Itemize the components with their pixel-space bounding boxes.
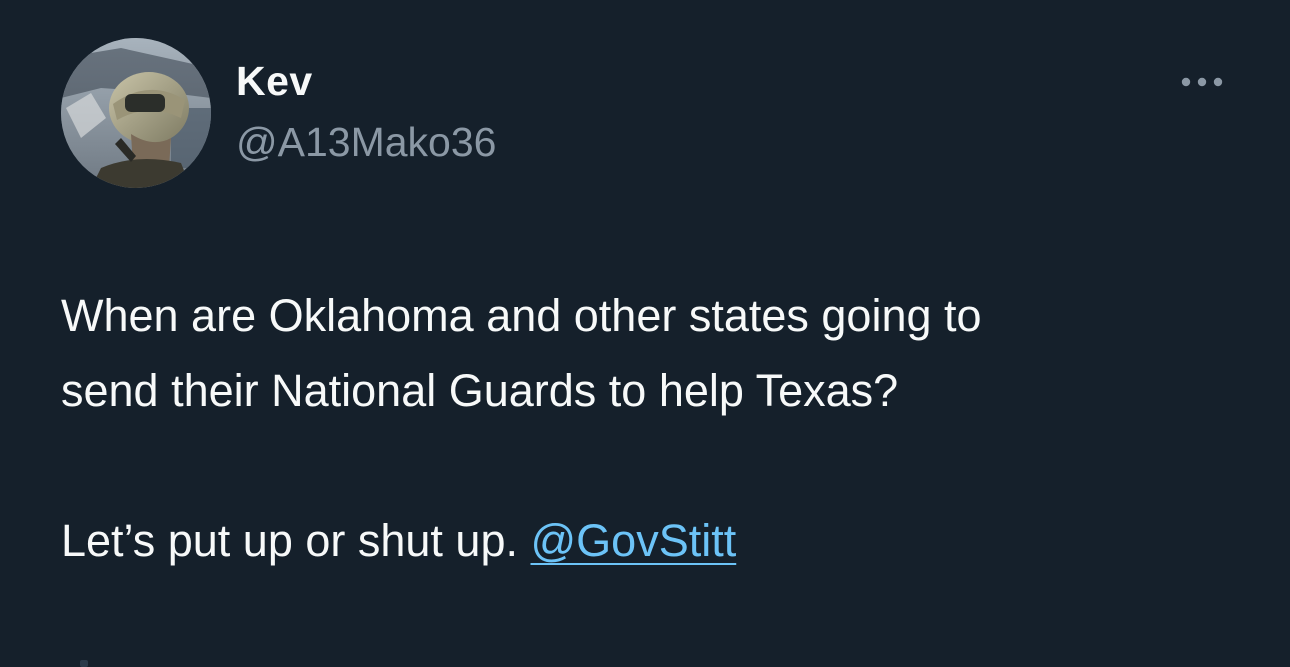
tweet-text: When are Oklahoma and other states going… [61,278,1261,578]
tweet-text-line: When are Oklahoma and other states going… [61,290,982,341]
ellipsis-icon [1181,77,1223,87]
tweet: Kev @A13Mako36 When are Oklahoma and oth… [0,0,1290,667]
tweet-text-fragment: Let’s put up or shut up. [61,515,531,566]
tweet-text-line: Let’s put up or shut up. @GovStitt [61,503,1261,578]
user-handle[interactable]: @A13Mako36 [236,119,496,166]
action-bar-edge [80,660,88,667]
tweet-text-line: send their National Guards to help Texas… [61,365,899,416]
avatar[interactable] [61,38,211,188]
more-options-button[interactable] [1176,66,1228,98]
pilot-helmet-avatar-icon [61,38,211,188]
mention-link[interactable]: @GovStitt [531,515,737,566]
display-name[interactable]: Kev [236,58,313,105]
